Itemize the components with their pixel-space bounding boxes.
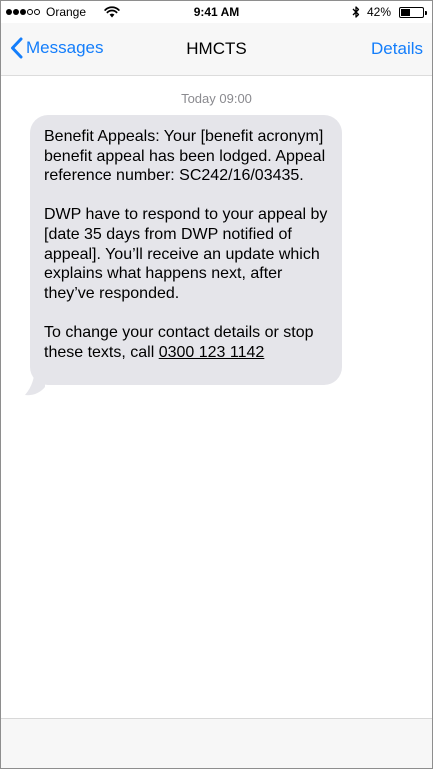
message-paragraph-1: Benefit Appeals: Your [benefit acronym] …: [44, 128, 326, 185]
conversation-title: HMCTS: [186, 39, 247, 58]
message-paragraph-3: To change your contact details or stop t…: [44, 323, 332, 362]
status-right: 42%: [352, 4, 427, 20]
battery-icon: [399, 6, 427, 18]
phone-screen: Orange 9:41 AM 42% Messages HMCTS Detail…: [0, 0, 433, 769]
details-button[interactable]: Details: [371, 38, 423, 60]
battery-percentage: 42%: [366, 5, 391, 19]
battery-tip: [425, 10, 427, 15]
navigation-bar: Messages HMCTS Details: [1, 23, 432, 76]
bluetooth-icon: [352, 6, 360, 18]
message-paragraph-2: DWP have to respond to your appeal by [d…: [44, 206, 328, 302]
incoming-message-bubble[interactable]: Benefit Appeals: Your [benefit acronym] …: [30, 115, 342, 385]
battery-level-fill: [401, 8, 410, 16]
message-timestamp: Today 09:00: [181, 91, 252, 106]
status-bar: Orange 9:41 AM 42%: [1, 1, 432, 23]
message-input-bar: [1, 718, 432, 768]
phone-number-link[interactable]: 0300 123 1142: [159, 344, 265, 361]
